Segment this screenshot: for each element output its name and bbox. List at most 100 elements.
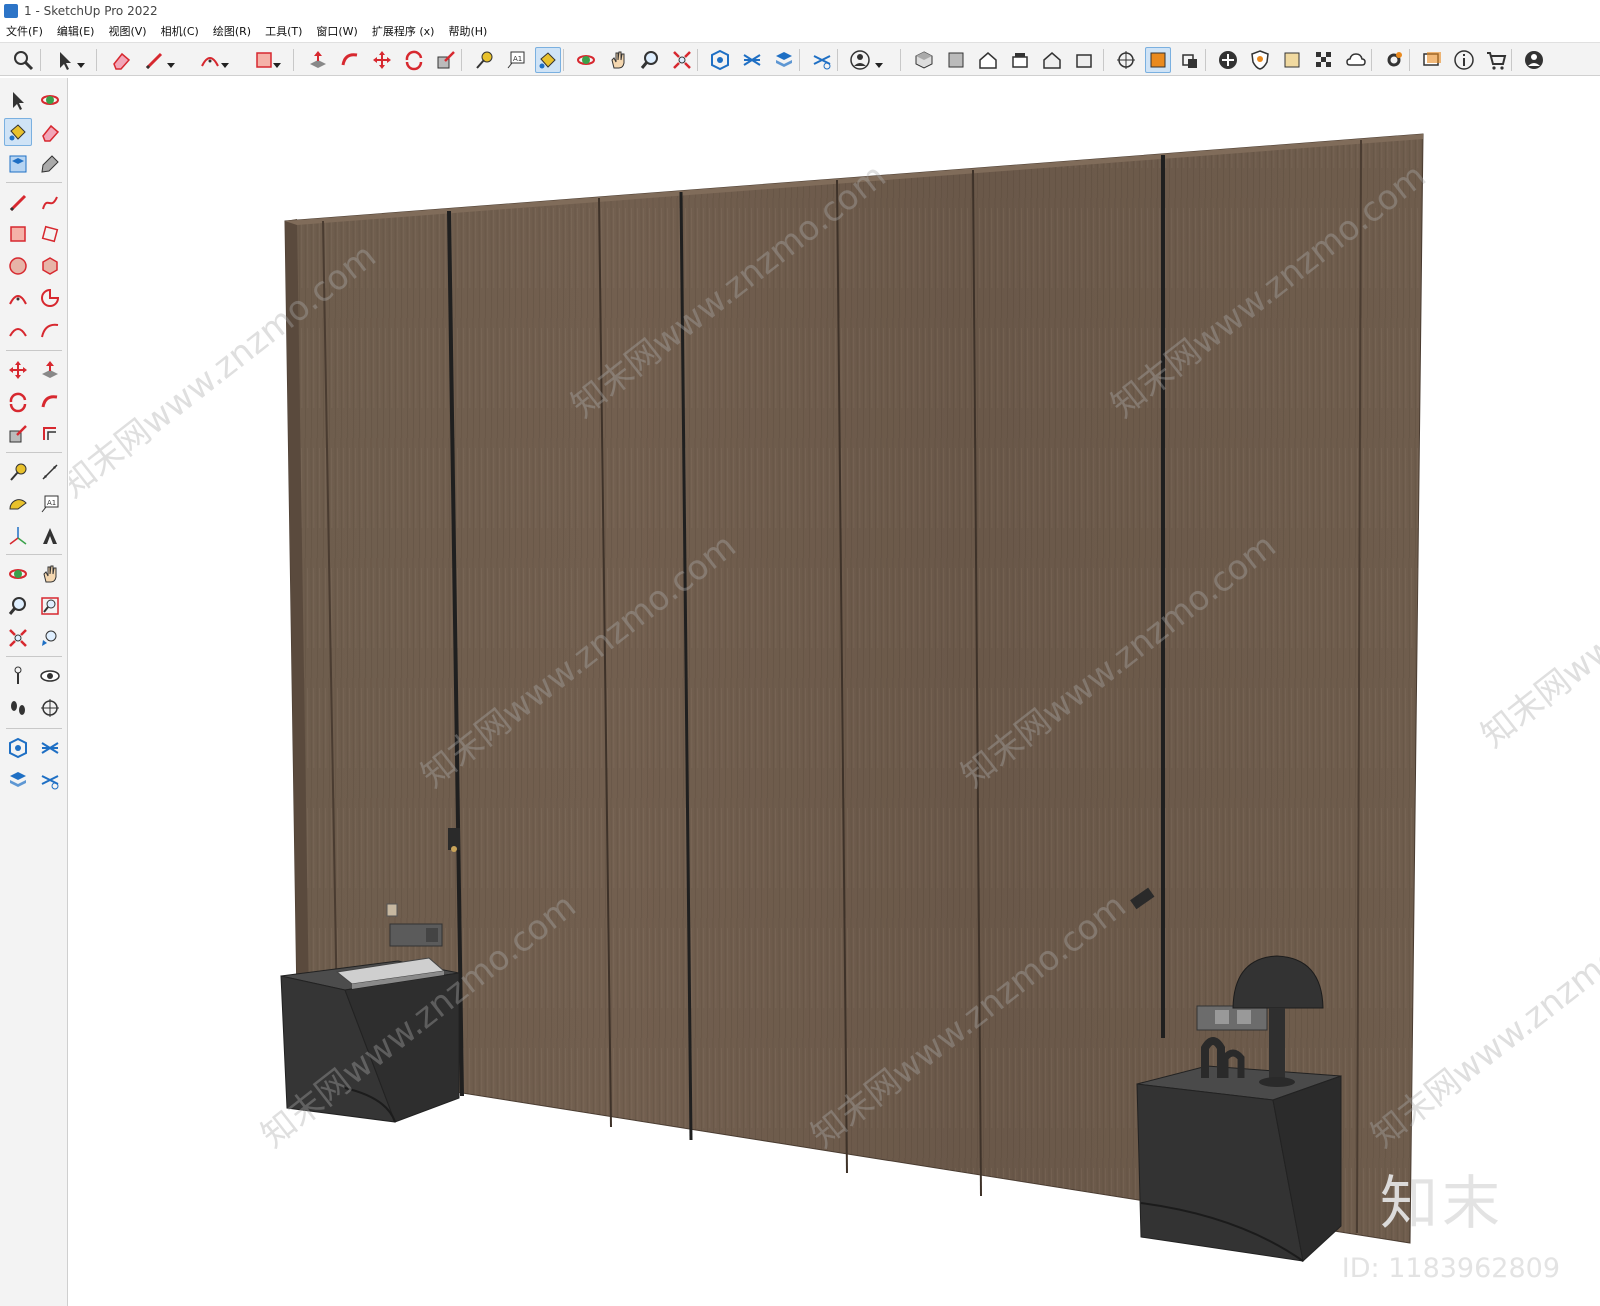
front-view-icon[interactable]	[975, 47, 1001, 73]
move-icon[interactable]	[4, 356, 32, 384]
search-icon[interactable]	[10, 47, 36, 73]
chevron-down-icon[interactable]	[76, 55, 86, 68]
tape-measure-icon[interactable]	[471, 47, 497, 73]
shield-icon[interactable]	[1247, 47, 1273, 73]
section-fill-icon[interactable]	[1145, 47, 1171, 73]
follow-me-icon[interactable]	[36, 388, 64, 416]
orbit-icon[interactable]	[36, 86, 64, 114]
walk-icon[interactable]	[4, 694, 32, 722]
pencil-icon[interactable]	[4, 188, 32, 216]
rotate-icon[interactable]	[4, 388, 32, 416]
dimension-icon[interactable]	[36, 458, 64, 486]
orbit2-icon[interactable]	[4, 560, 32, 588]
tag-icon[interactable]	[36, 150, 64, 178]
zoom-extents-icon[interactable]	[669, 47, 695, 73]
three-point-arc-icon[interactable]	[36, 316, 64, 344]
chevron-down-icon[interactable]	[874, 55, 884, 68]
pan-icon[interactable]	[605, 47, 631, 73]
two-point-arc-icon[interactable]	[4, 316, 32, 344]
menu-camera[interactable]: 相机(C)	[161, 23, 199, 39]
freehand-icon[interactable]	[36, 188, 64, 216]
push-pull-icon[interactable]	[36, 356, 64, 384]
offset-icon[interactable]	[36, 420, 64, 448]
scale-icon[interactable]	[433, 47, 459, 73]
rotated-rectangle-icon[interactable]	[36, 220, 64, 248]
paint-bucket-icon[interactable]	[535, 47, 561, 73]
paint-bucket-icon[interactable]	[4, 118, 32, 146]
follow-me-icon[interactable]	[337, 47, 363, 73]
select-icon[interactable]	[4, 86, 32, 114]
menu-file[interactable]: 文件(F)	[6, 23, 43, 39]
select-arrow-icon[interactable]	[52, 47, 78, 73]
menu-view[interactable]: 视图(V)	[108, 23, 146, 39]
warehouse-icon[interactable]	[4, 734, 32, 762]
polygon-icon[interactable]	[36, 252, 64, 280]
circle-icon[interactable]	[4, 252, 32, 280]
component-icon[interactable]	[4, 150, 32, 178]
menu-draw[interactable]: 绘图(R)	[213, 23, 251, 39]
eraser-icon[interactable]	[36, 118, 64, 146]
left-view-icon[interactable]	[1071, 47, 1097, 73]
account-icon[interactable]	[1521, 47, 1547, 73]
pan-icon[interactable]	[36, 560, 64, 588]
main-toolbar: A1	[0, 42, 1600, 76]
section-plane-icon[interactable]	[1113, 47, 1139, 73]
move-icon[interactable]	[369, 47, 395, 73]
menu-window[interactable]: 窗口(W)	[316, 23, 357, 39]
message-icon[interactable]	[1419, 47, 1445, 73]
user-icon[interactable]	[847, 47, 873, 73]
cart-icon[interactable]	[1483, 47, 1509, 73]
back-view-icon[interactable]	[1039, 47, 1065, 73]
zoom-icon[interactable]	[4, 592, 32, 620]
style-icon[interactable]	[1279, 47, 1305, 73]
add-icon[interactable]	[1215, 47, 1241, 73]
pie-icon[interactable]	[36, 284, 64, 312]
extension-warehouse-icon[interactable]	[739, 47, 765, 73]
position-camera-icon[interactable]	[4, 662, 32, 690]
zoom-extents-icon[interactable]	[4, 624, 32, 652]
pencil-icon[interactable]	[141, 47, 167, 73]
text-icon[interactable]: A1	[36, 490, 64, 518]
chevron-down-icon[interactable]	[220, 55, 230, 68]
rotate-icon[interactable]	[401, 47, 427, 73]
sandbox-icon[interactable]	[36, 766, 64, 794]
menu-edit[interactable]: 编辑(E)	[57, 23, 95, 39]
zoom-icon[interactable]	[637, 47, 663, 73]
chevron-down-icon[interactable]	[166, 55, 176, 68]
info-icon[interactable]	[1451, 47, 1477, 73]
scale-icon[interactable]	[4, 420, 32, 448]
look-around-icon[interactable]	[36, 662, 64, 690]
right-view-icon[interactable]	[1007, 47, 1033, 73]
display-section-icon[interactable]	[1177, 47, 1203, 73]
model-viewport[interactable]: 知末网www.znzmo.com 知末网www.znzmo.com 知末网www…	[69, 78, 1600, 1306]
arc-icon[interactable]	[4, 284, 32, 312]
pattern-icon[interactable]	[1311, 47, 1337, 73]
axes-icon[interactable]	[4, 522, 32, 550]
eraser-icon[interactable]	[108, 47, 134, 73]
tape-measure-icon[interactable]	[4, 458, 32, 486]
layout-icon[interactable]	[771, 47, 797, 73]
text-icon[interactable]: A1	[503, 47, 529, 73]
menu-extensions[interactable]: 扩展程序 (x)	[372, 23, 435, 39]
toolbar-separator	[837, 49, 838, 71]
layout-icon[interactable]	[4, 766, 32, 794]
iso-view-icon[interactable]	[911, 47, 937, 73]
title-bar: 1 - SketchUp Pro 2022	[0, 0, 1600, 22]
sandbox-icon[interactable]	[809, 47, 835, 73]
push-pull-icon[interactable]	[305, 47, 331, 73]
top-view-icon[interactable]	[943, 47, 969, 73]
protractor-icon[interactable]	[4, 490, 32, 518]
zoom-window-icon[interactable]	[36, 592, 64, 620]
warehouse-icon[interactable]	[707, 47, 733, 73]
settings-icon[interactable]	[1381, 47, 1407, 73]
cloud-icon[interactable]	[1343, 47, 1369, 73]
menu-tools[interactable]: 工具(T)	[265, 23, 302, 39]
rectangle-icon[interactable]	[4, 220, 32, 248]
previous-view-icon[interactable]	[36, 624, 64, 652]
3d-text-icon[interactable]	[36, 522, 64, 550]
orbit-icon[interactable]	[573, 47, 599, 73]
chevron-down-icon[interactable]	[272, 55, 282, 68]
extension-warehouse-icon[interactable]	[36, 734, 64, 762]
section-plane-icon[interactable]	[36, 694, 64, 722]
menu-help[interactable]: 帮助(H)	[448, 23, 487, 39]
